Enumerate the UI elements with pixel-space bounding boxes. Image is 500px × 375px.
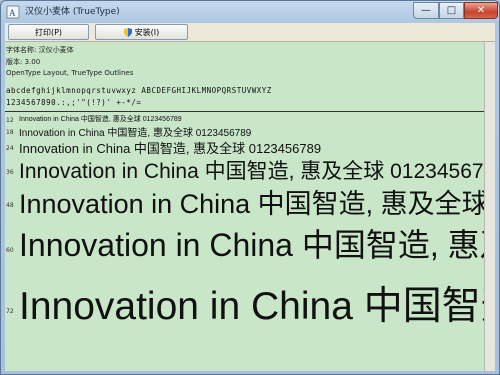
print-button[interactable]: 打印(P) [8, 24, 89, 40]
font-format-line: OpenType Layout, TrueType Outlines [6, 69, 134, 77]
maximize-icon: □ [446, 5, 457, 16]
close-button[interactable]: ✕ [464, 2, 498, 19]
maximize-button[interactable]: □ [439, 2, 464, 19]
vertical-scrollbar[interactable] [484, 42, 495, 371]
sample-text: Innovation in China 中国智造, 惠及全球 012345678… [19, 116, 182, 123]
svg-text:A: A [9, 8, 16, 18]
print-button-label: 打印(P) [34, 27, 63, 37]
install-button[interactable]: 安装(I) [95, 24, 188, 40]
title-bar[interactable]: A 汉仪小麦体 (TrueType) — □ ✕ [1, 1, 499, 23]
size-label: 48 [6, 202, 14, 209]
size-label: 36 [6, 169, 14, 176]
font-preview-area: 字体名称: 汉仪小麦体 版本: 3.00 OpenType Layout, Tr… [5, 42, 495, 371]
numeral-sample: 1234567890.:,;'"(!?)' +-*/= [6, 98, 142, 107]
window-title: 汉仪小麦体 (TrueType) [25, 7, 120, 17]
minimize-icon: — [421, 5, 431, 16]
install-button-label: 安装(I) [134, 27, 160, 37]
sample-text: Innovation in China 中国智造, 惠及全球 012345678… [19, 189, 495, 219]
sample-text: Innovation in China 中国智造, 惠及全球 012345678… [19, 227, 495, 263]
font-version-line: 版本: 3.00 [6, 58, 41, 66]
minimize-button[interactable]: — [413, 2, 439, 19]
sample-text: Innovation in China 中国智造, 惠及全球 012345678… [19, 160, 495, 183]
font-viewer-window: A 汉仪小麦体 (TrueType) — □ ✕ 打印(P) 安装(I) 字体名… [0, 0, 500, 375]
size-label: 24 [6, 145, 14, 152]
size-label: 72 [6, 308, 14, 315]
sample-text: Innovation in China 中国智造, 惠及全球 012345678… [19, 128, 252, 139]
alphabet-sample: abcdefghijklmnopqrstuvwxyz ABCDEFGHIJKLM… [6, 86, 272, 95]
size-label: 12 [6, 117, 14, 124]
sample-text: Innovation in China 中国智造, 惠及全球 012345678… [19, 285, 495, 328]
toolbar: 打印(P) 安装(I) [5, 23, 495, 42]
size-label: 60 [6, 247, 14, 254]
divider [5, 111, 495, 112]
font-name-line: 字体名称: 汉仪小麦体 [6, 46, 74, 54]
font-file-icon: A [6, 5, 20, 19]
size-label: 18 [6, 129, 14, 136]
shield-icon [123, 27, 132, 37]
close-icon: ✕ [476, 5, 486, 16]
